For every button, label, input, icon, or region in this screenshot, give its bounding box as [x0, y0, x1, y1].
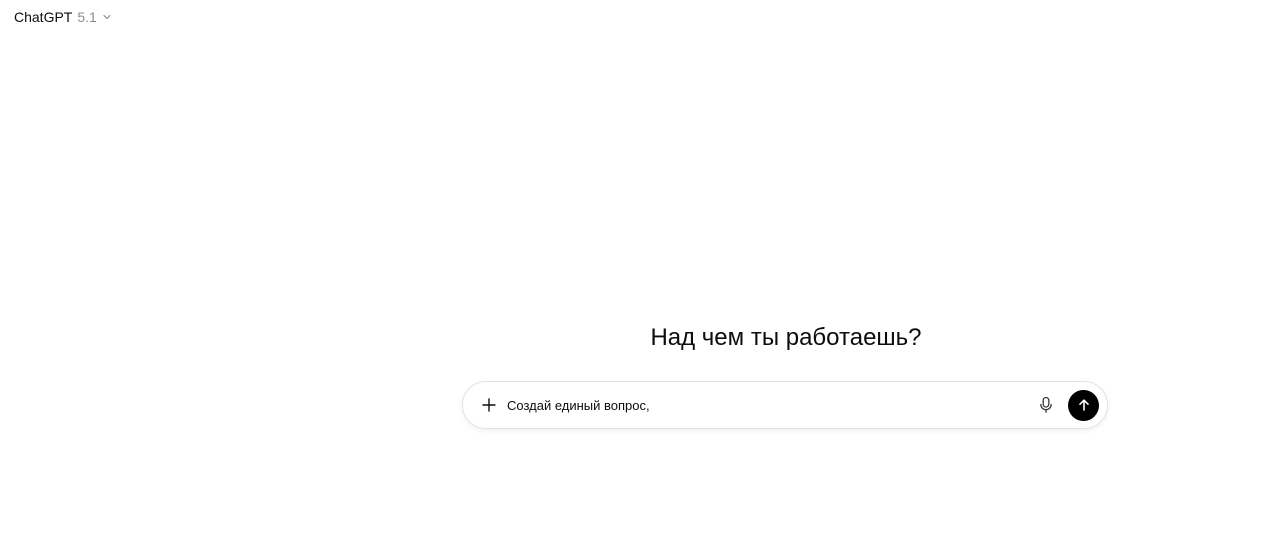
prompt-input[interactable] [507, 395, 1032, 415]
add-attachment-button[interactable] [475, 391, 503, 419]
microphone-icon [1038, 396, 1054, 414]
plus-icon [481, 397, 497, 413]
model-switcher[interactable]: ChatGPT 5.1 [8, 4, 118, 30]
voice-input-button[interactable] [1032, 391, 1060, 419]
page-title: Над чем ты работаешь? [650, 324, 922, 351]
model-version: 5.1 [77, 9, 97, 25]
arrow-up-icon [1077, 398, 1091, 412]
prompt-composer [462, 381, 1108, 429]
model-name: ChatGPT [14, 9, 73, 25]
send-button[interactable] [1068, 389, 1099, 421]
chat-page: ChatGPT 5.1 Над чем ты работаешь? [0, 0, 1280, 560]
chevron-down-icon [102, 12, 112, 22]
